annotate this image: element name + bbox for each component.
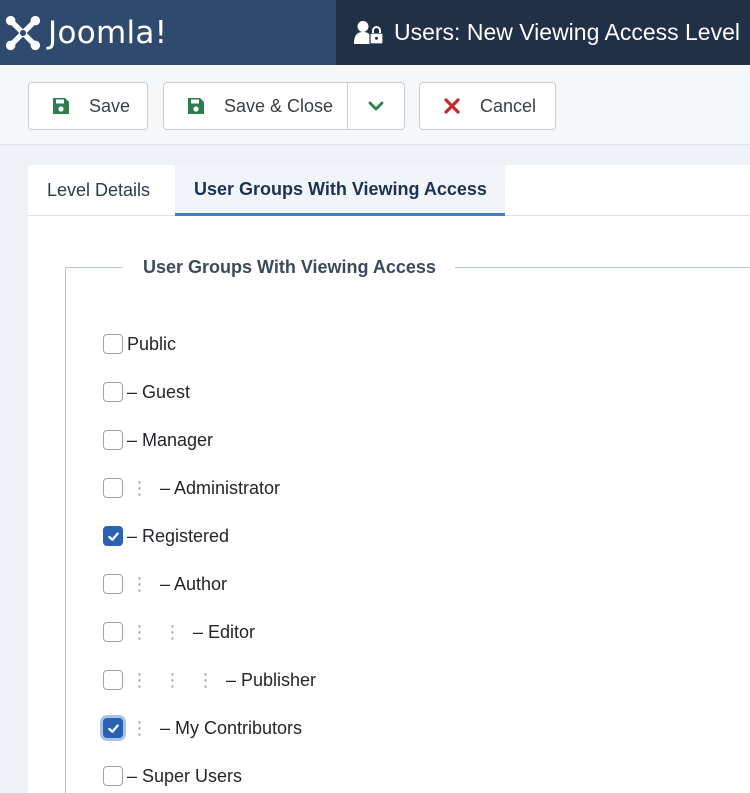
group-checkbox[interactable] (103, 574, 123, 594)
group-checkbox[interactable] (103, 478, 123, 498)
close-icon (444, 98, 460, 114)
group-checkbox[interactable] (103, 670, 123, 690)
floppy-disk-icon (188, 98, 204, 114)
group-label[interactable]: – Editor (193, 622, 255, 643)
fieldset-legend: User Groups With Viewing Access (123, 257, 455, 278)
content-card: Level Details User Groups With Viewing A… (28, 165, 750, 793)
group-label[interactable]: – Registered (127, 526, 229, 547)
group-row: – Manager (103, 416, 316, 464)
group-checkbox[interactable] (103, 334, 123, 354)
group-label[interactable]: – Author (160, 574, 227, 595)
save-close-button[interactable]: Save & Close (164, 83, 348, 129)
check-icon (107, 723, 119, 733)
group-row: Public (103, 320, 316, 368)
group-label[interactable]: – Guest (127, 382, 190, 403)
tree-indent-marker: ⋮ (163, 669, 182, 690)
tree-indent-marker: ⋮ (163, 621, 182, 642)
group-row: – Guest (103, 368, 316, 416)
chevron-down-icon (368, 101, 384, 111)
group-row: ⋮ ⋮ ⋮ – Publisher (103, 656, 316, 704)
group-checkbox[interactable] (103, 430, 123, 450)
group-label[interactable]: Public (127, 334, 176, 355)
cancel-button[interactable]: Cancel (419, 82, 556, 130)
group-row: ⋮ – Author (103, 560, 316, 608)
group-label[interactable]: – Manager (127, 430, 213, 451)
brand-name: Joomla! (48, 14, 168, 51)
tree-indent-marker: ⋮ (130, 717, 149, 738)
group-row: ⋮ – My Contributors (103, 704, 316, 752)
group-label[interactable]: – Super Users (127, 766, 242, 787)
group-row: – Registered (103, 512, 316, 560)
header: Joomla! Users: New Viewing Access Level (0, 0, 750, 65)
save-close-button-group: Save & Close (163, 82, 405, 130)
group-row: ⋮ – Administrator (103, 464, 316, 512)
check-icon (107, 531, 119, 541)
user-group-list: Public – Guest – Manager ⋮ – Administrator – … (103, 320, 316, 793)
tab-user-groups[interactable]: User Groups With Viewing Access (175, 165, 505, 216)
group-checkbox[interactable] (103, 526, 123, 546)
group-checkbox[interactable] (103, 622, 123, 642)
cancel-button-label: Cancel (480, 95, 537, 116)
tree-indent-marker: ⋮ (130, 573, 149, 594)
save-close-button-label: Save & Close (224, 95, 334, 116)
save-options-dropdown-toggle[interactable] (348, 83, 404, 129)
toolbar: Save Save & Close Cancel (0, 65, 750, 145)
page-title: Users: New Viewing Access Level (394, 19, 740, 45)
tab-level-details[interactable]: Level Details (28, 165, 175, 216)
group-label[interactable]: – My Contributors (160, 718, 302, 739)
tree-indent-marker: ⋮ (130, 621, 149, 642)
save-button-label: Save (89, 95, 131, 116)
joomla-logo-icon (5, 15, 41, 50)
brand[interactable]: Joomla! (0, 0, 336, 65)
group-row: ⋮ ⋮ – Editor (103, 608, 316, 656)
group-checkbox[interactable] (103, 382, 123, 402)
tree-indent-marker: ⋮ (196, 669, 215, 690)
group-checkbox[interactable] (103, 718, 123, 738)
tree-indent-marker: ⋮ (130, 669, 149, 690)
titlebar: Users: New Viewing Access Level (336, 0, 750, 65)
group-row: – Super Users (103, 752, 316, 793)
tree-indent-marker: ⋮ (130, 477, 149, 498)
save-button[interactable]: Save (28, 82, 148, 130)
group-checkbox[interactable] (103, 766, 123, 786)
floppy-disk-icon (53, 98, 69, 114)
group-label[interactable]: – Publisher (226, 670, 316, 691)
users-lock-icon (354, 20, 384, 45)
group-label[interactable]: – Administrator (160, 478, 280, 499)
tab-list: Level Details User Groups With Viewing A… (28, 165, 750, 216)
